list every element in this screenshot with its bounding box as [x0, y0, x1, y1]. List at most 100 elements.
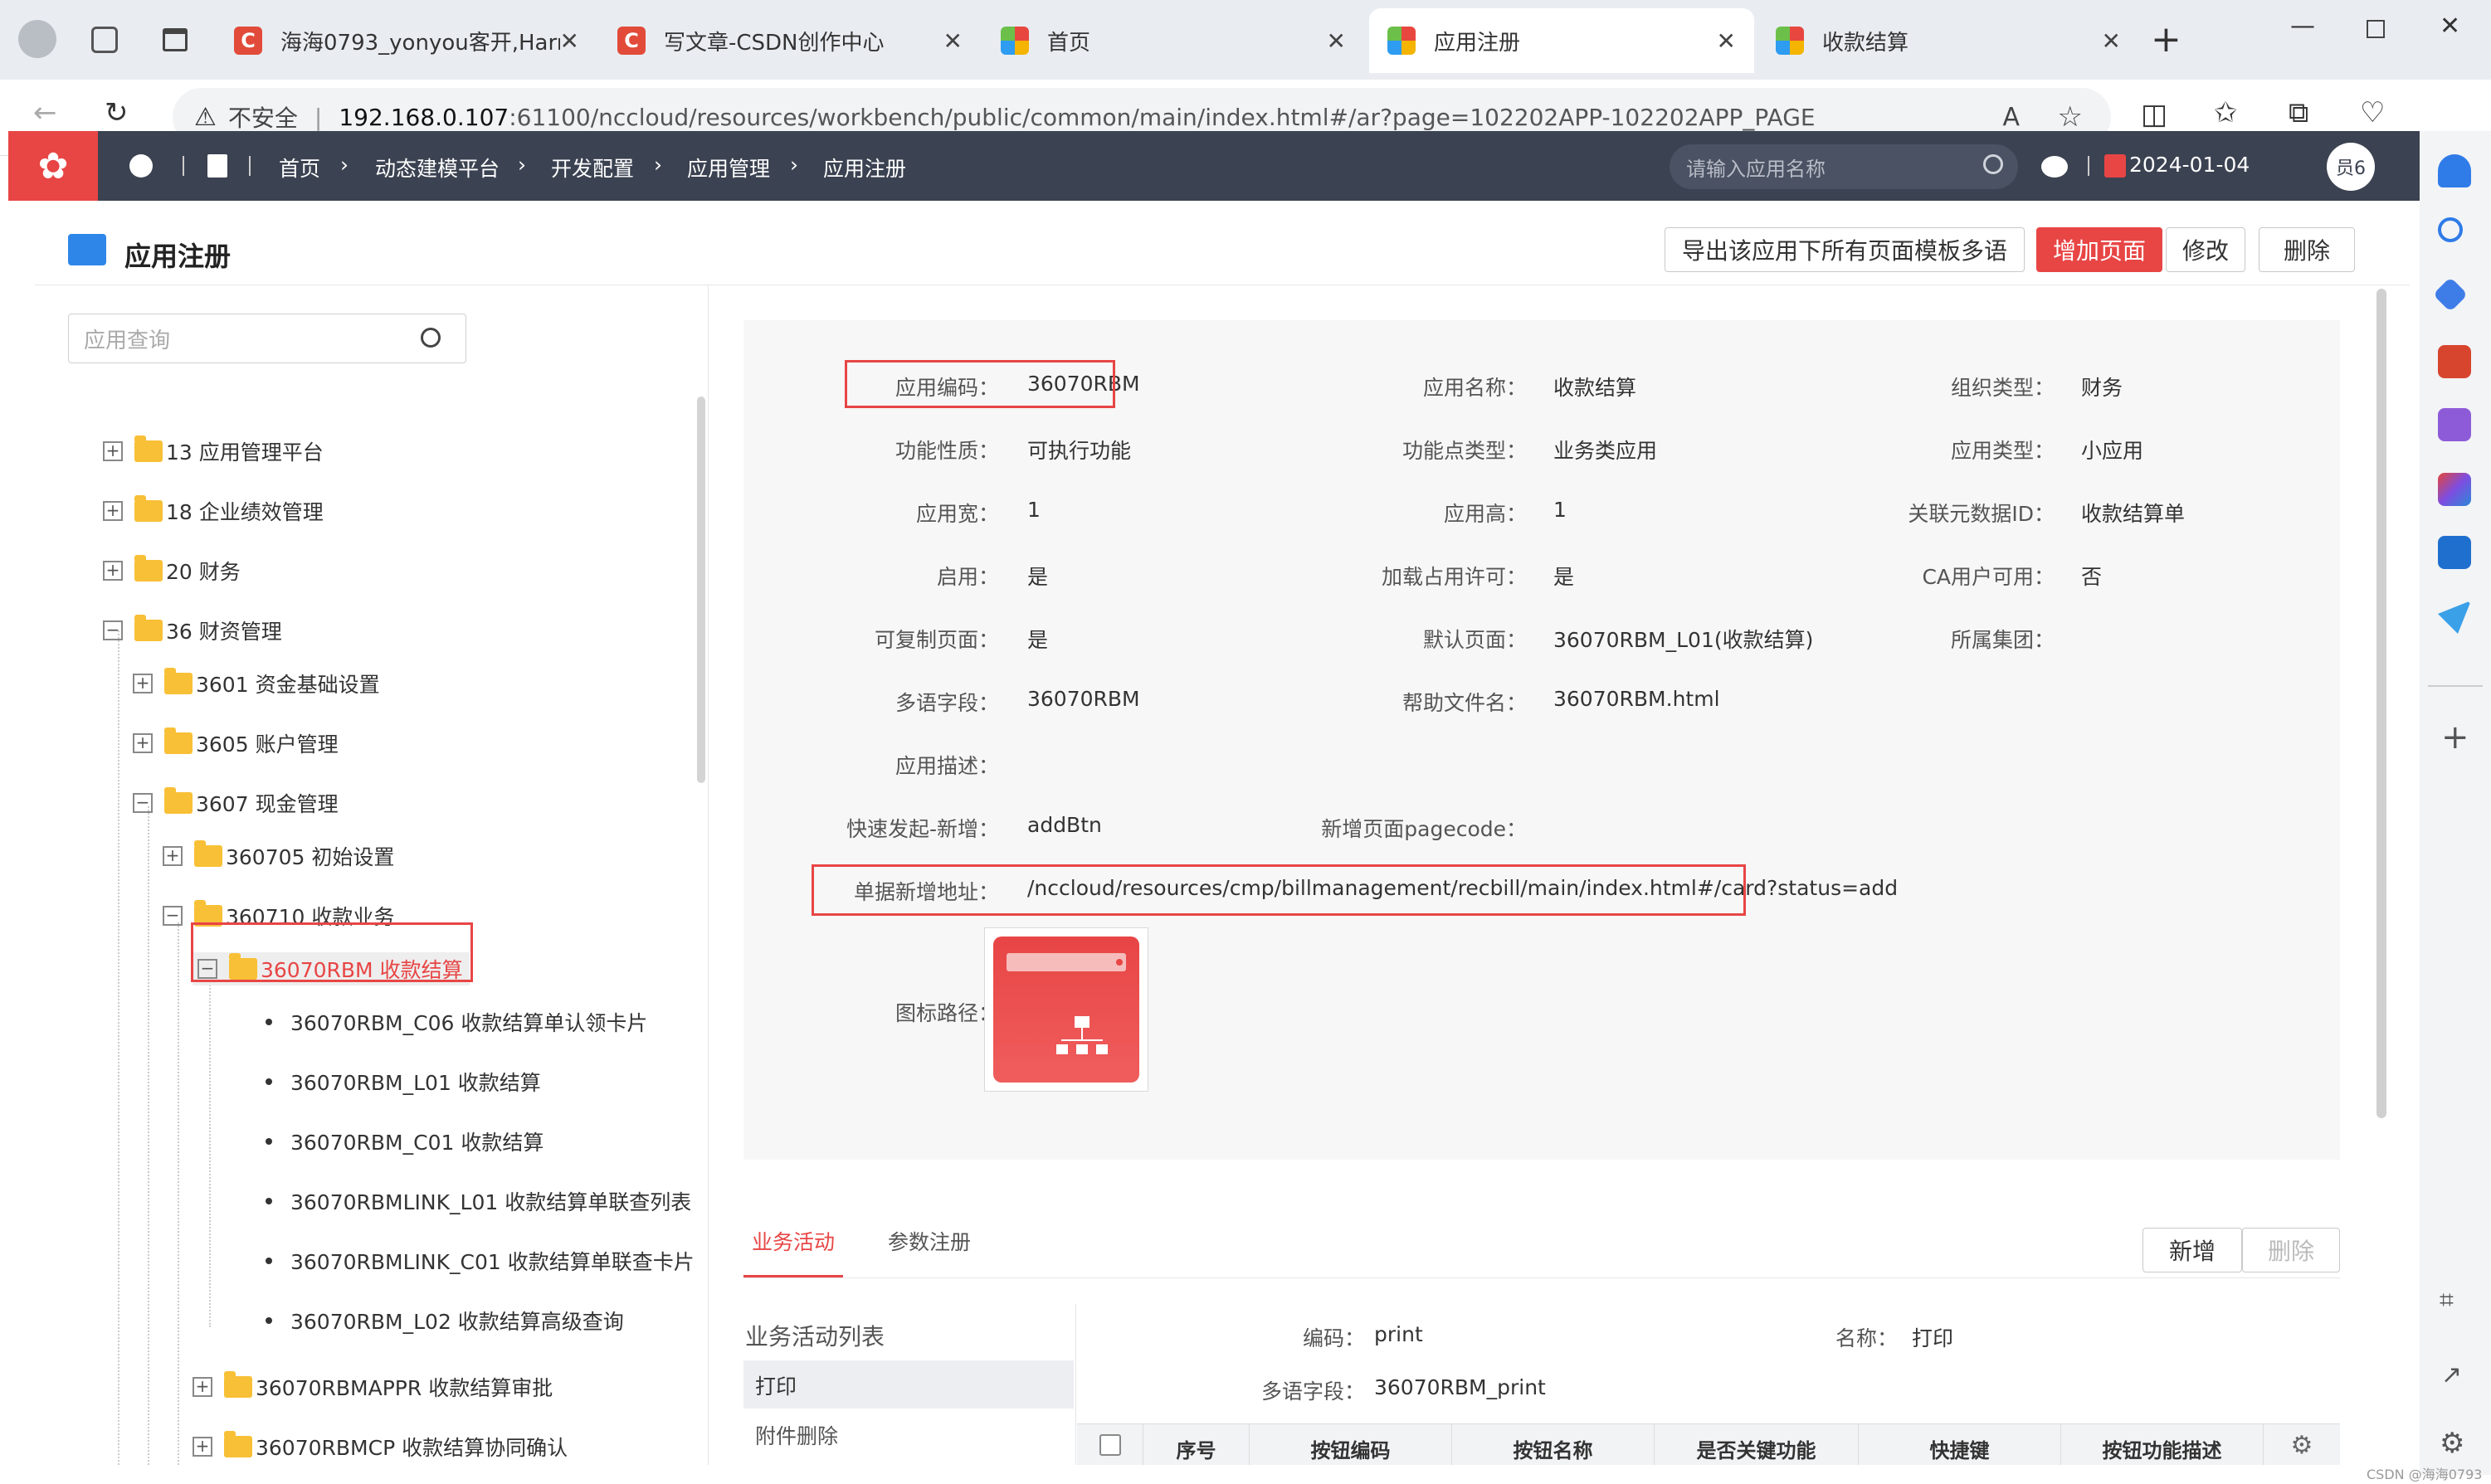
table-settings-icon[interactable]: ⚙ [2264, 1424, 2340, 1465]
tree-folder-item[interactable]: +360705 初始设置 [163, 839, 394, 873]
tree-folder-item[interactable]: +36070RBMAPPR 收款结算审批 [193, 1370, 553, 1404]
tree-search-input[interactable]: 应用查询 [68, 314, 466, 363]
open-external-icon[interactable]: ↗ [2441, 1360, 2462, 1389]
field-label: 多语字段： [895, 691, 999, 715]
favorites-icon[interactable]: ✩ [2214, 96, 2238, 129]
profile-icon[interactable] [18, 20, 56, 58]
breadcrumb-dev-config[interactable]: 开发配置 [551, 153, 634, 182]
expand-icon[interactable]: + [163, 846, 183, 866]
toolbox-icon[interactable] [2438, 345, 2471, 378]
expand-icon[interactable]: + [103, 501, 123, 521]
tree-folder-item[interactable]: +3605 账户管理 [133, 727, 339, 760]
field-value: 业务类应用 [1553, 439, 1658, 463]
insecure-label[interactable]: 不安全 [228, 100, 298, 134]
tab-business-activity[interactable]: 业务活动 [743, 1226, 843, 1277]
bell-icon[interactable] [2438, 154, 2471, 187]
yonyou-logo-icon[interactable]: ✿ [8, 131, 98, 201]
tab-actions-icon[interactable] [163, 28, 188, 51]
expand-icon[interactable]: + [193, 1437, 212, 1457]
collapse-icon[interactable]: − [163, 906, 183, 926]
tree-leaf-item[interactable]: 36070RBM_C06 收款结算单认领卡片 [266, 1005, 647, 1039]
refresh-icon[interactable]: ↻ [105, 96, 129, 129]
collapse-icon[interactable]: − [103, 620, 123, 640]
add-activity-button[interactable]: 新增 [2142, 1228, 2242, 1272]
close-icon[interactable]: ✕ [2102, 27, 2121, 55]
search-icon[interactable] [2438, 217, 2463, 242]
field-value: 收款结算单 [2081, 502, 2186, 526]
office-icon[interactable] [2438, 473, 2471, 506]
avatar[interactable]: 员6 [2327, 143, 2375, 191]
minimize-icon[interactable]: — [2290, 12, 2315, 41]
breadcrumb-app-register[interactable]: 应用注册 [823, 153, 906, 182]
new-tab-icon[interactable]: + [2151, 18, 2181, 61]
export-multilang-button[interactable]: 导出该应用下所有页面模板多语 [1665, 227, 2025, 272]
tree-folder-item[interactable]: +3601 资金基础设置 [133, 667, 380, 700]
settings-gear-icon[interactable]: ⚙ [2440, 1427, 2464, 1460]
expand-icon[interactable]: + [103, 441, 123, 461]
calendar-icon[interactable] [2104, 154, 2126, 178]
workspaces-icon[interactable] [91, 27, 118, 53]
tree-leaf-item[interactable]: 36070RBM_L01 收款结算 [266, 1065, 541, 1098]
col-button-name: 按钮名称 [1452, 1424, 1655, 1465]
tree-folder-item[interactable]: +20 财务 [103, 554, 241, 587]
tree-leaf-item[interactable]: 36070RBMLINK_L01 收款结算单联查列表 [266, 1185, 691, 1218]
delete-activity-button[interactable]: 删除 [2242, 1228, 2340, 1272]
read-aloud-icon[interactable]: A [2002, 103, 2020, 132]
extensions-icon[interactable]: ♡ [2360, 96, 2385, 129]
highlight-box [191, 922, 473, 982]
close-icon[interactable]: ✕ [560, 27, 579, 55]
games-icon[interactable] [2438, 408, 2471, 441]
search-icon[interactable] [421, 328, 441, 348]
delete-button[interactable]: 删除 [2259, 227, 2355, 272]
tree-folder-item[interactable]: − 36 财资管理 [103, 614, 282, 647]
clock-icon[interactable] [129, 154, 153, 178]
breadcrumb-dynamic-modeling[interactable]: 动态建模平台 [375, 153, 500, 182]
expand-icon[interactable]: + [133, 733, 153, 753]
search-icon[interactable] [1983, 154, 2003, 174]
collections-icon[interactable]: ⧉ [2289, 96, 2308, 129]
add-sidebar-icon[interactable]: + [2441, 718, 2469, 757]
add-page-button[interactable]: 增加页面 [2036, 227, 2162, 272]
expand-icon[interactable]: + [133, 674, 153, 693]
activity-list-item-print[interactable]: 打印 [743, 1360, 1074, 1409]
close-icon[interactable]: ✕ [1327, 27, 1346, 55]
tree-folder-item[interactable]: +36070RBMCP 收款结算协同确认 [193, 1430, 568, 1463]
breadcrumb-app-management[interactable]: 应用管理 [687, 153, 770, 182]
expand-icon[interactable]: + [193, 1377, 212, 1397]
app-icon-preview[interactable] [984, 927, 1148, 1092]
tree-folder-item[interactable]: − 3607 现金管理 [133, 786, 339, 820]
tree-leaf-item[interactable]: 36070RBM_C01 收款结算 [266, 1125, 544, 1158]
tab-app-register[interactable]: 应用注册 ✕ [1369, 8, 1754, 73]
edit-button[interactable]: 修改 [2166, 227, 2245, 272]
expand-icon[interactable]: + [103, 561, 123, 581]
tree-scrollbar[interactable] [697, 397, 705, 783]
tab-csdn-blog[interactable]: C 海海0793_yonyou客开,Harmony ✕ [216, 8, 597, 73]
maximize-icon[interactable] [2367, 20, 2385, 38]
bullet-icon [266, 1198, 272, 1204]
tab-home[interactable]: 首页 ✕ [982, 8, 1364, 73]
close-icon[interactable]: ✕ [943, 27, 963, 55]
tab-csdn-write[interactable]: C 写文章-CSDN创作中心 ✕ [599, 8, 981, 73]
tab-receipt-settlement[interactable]: 收款结算 ✕ [1757, 8, 2139, 73]
split-screen-icon[interactable]: ◫ [2141, 98, 2167, 131]
favorite-star-icon[interactable]: ☆ [2058, 100, 2083, 134]
select-all-checkbox[interactable] [1099, 1433, 1121, 1456]
breadcrumb-home[interactable]: 首页 [279, 153, 320, 182]
collapse-icon[interactable]: − [133, 793, 153, 813]
tree-leaf-item[interactable]: 36070RBMLINK_C01 收款结算单联查卡片 [266, 1244, 695, 1277]
app-search-input[interactable]: 请输入应用名称 [1670, 144, 2018, 189]
close-icon[interactable]: ✕ [1717, 27, 1736, 55]
tree-leaf-item[interactable]: 36070RBM_L02 收款结算高级查询 [266, 1304, 624, 1337]
tree-folder-item[interactable]: +13 应用管理平台 [103, 435, 324, 468]
outlook-icon[interactable] [2438, 536, 2471, 569]
screenshot-icon[interactable]: ⌗ [2440, 1286, 2454, 1315]
chat-icon[interactable] [2041, 156, 2068, 178]
activity-list-item-attach-delete[interactable]: 附件删除 [743, 1410, 1074, 1458]
warning-icon[interactable]: ⚠ [194, 103, 217, 132]
tree-folder-item[interactable]: +18 企业绩效管理 [103, 494, 324, 528]
back-icon[interactable]: ← [33, 96, 57, 129]
tab-param-register[interactable]: 参数注册 [888, 1226, 971, 1256]
content-scrollbar[interactable] [2376, 289, 2386, 1118]
document-icon[interactable] [207, 154, 227, 178]
close-window-icon[interactable]: ✕ [2440, 12, 2460, 41]
